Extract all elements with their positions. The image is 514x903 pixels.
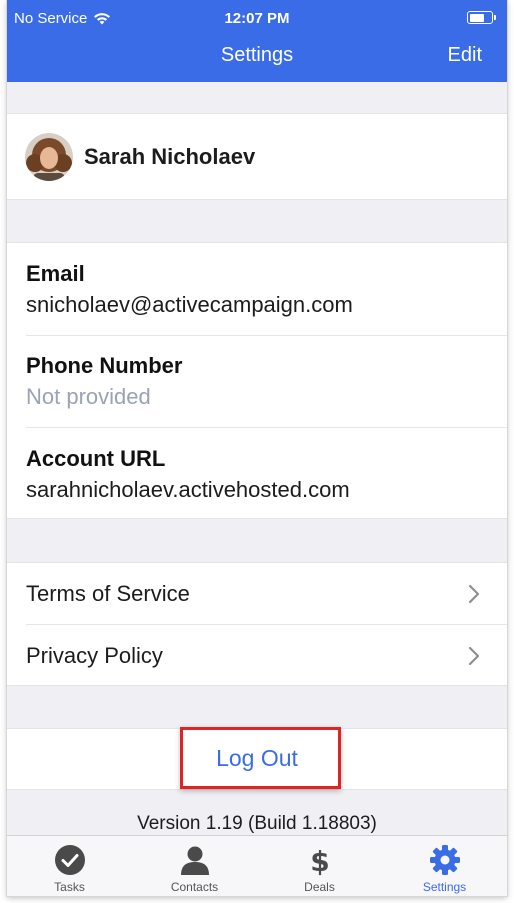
battery-level [469,13,484,22]
chevron-right-icon [468,646,480,666]
version-text: Version 1.19 (Build 1.18803) [137,813,377,834]
account-url-label: Account URL [26,446,166,471]
gear-icon [429,845,460,875]
dollar-icon: $ [310,845,329,876]
tab-settings-label: Settings [422,880,467,894]
tab-tasks-label: Tasks [54,880,85,894]
account-info-group: Email snicholaev@activecampaign.com Phon… [7,242,507,519]
tab-bar: Tasks Contacts $ Deals Settings [7,835,507,896]
tab-settings[interactable]: Settings [382,836,507,896]
status-bar: No Service 12:07 PM [7,0,507,30]
phone-label: Phone Number [26,353,183,378]
tab-deals[interactable]: $ Deals [257,836,382,896]
tab-tasks[interactable]: Tasks [7,836,132,896]
email-value: snicholaev@activecampaign.com [26,292,353,317]
email-row: Email snicholaev@activecampaign.com [26,243,507,336]
terms-of-service-row[interactable]: Terms of Service [26,563,507,625]
terms-of-service-label: Terms of Service [26,581,190,606]
battery-icon [467,11,496,24]
tab-contacts[interactable]: Contacts [132,836,257,896]
privacy-policy-row[interactable]: Privacy Policy [26,625,507,687]
account-url-row: Account URL sarahnicholaev.activehosted.… [26,428,507,521]
edit-button[interactable]: Edit [448,44,482,67]
svg-text:$: $ [310,845,329,876]
avatar-image [25,132,73,181]
person-icon [180,846,209,875]
logout-group: Log Out [7,728,507,790]
check-circle-icon [54,845,85,875]
app-frame: No Service 12:07 PM Settings Edit Sarah … [7,0,507,896]
tab-deals-label: Deals [304,880,335,894]
email-label: Email [26,261,85,286]
phone-value: Not provided [26,384,151,409]
log-out-button[interactable]: Log Out [7,745,507,772]
account-url-value: sarahnicholaev.activehosted.com [26,477,350,502]
chevron-right-icon [468,584,480,604]
legal-links-group: Terms of Service Privacy Policy [7,562,507,686]
privacy-policy-label: Privacy Policy [26,643,163,668]
tab-contacts-label: Contacts [170,880,219,894]
page-title: Settings [220,44,294,66]
status-time: 12:07 PM [224,10,290,27]
profile-name: Sarah Nicholaev [84,143,256,169]
profile-row[interactable]: Sarah Nicholaev [7,113,507,200]
header: No Service 12:07 PM Settings Edit [7,0,507,82]
phone-row: Phone Number Not provided [26,335,507,428]
avatar [25,132,73,181]
